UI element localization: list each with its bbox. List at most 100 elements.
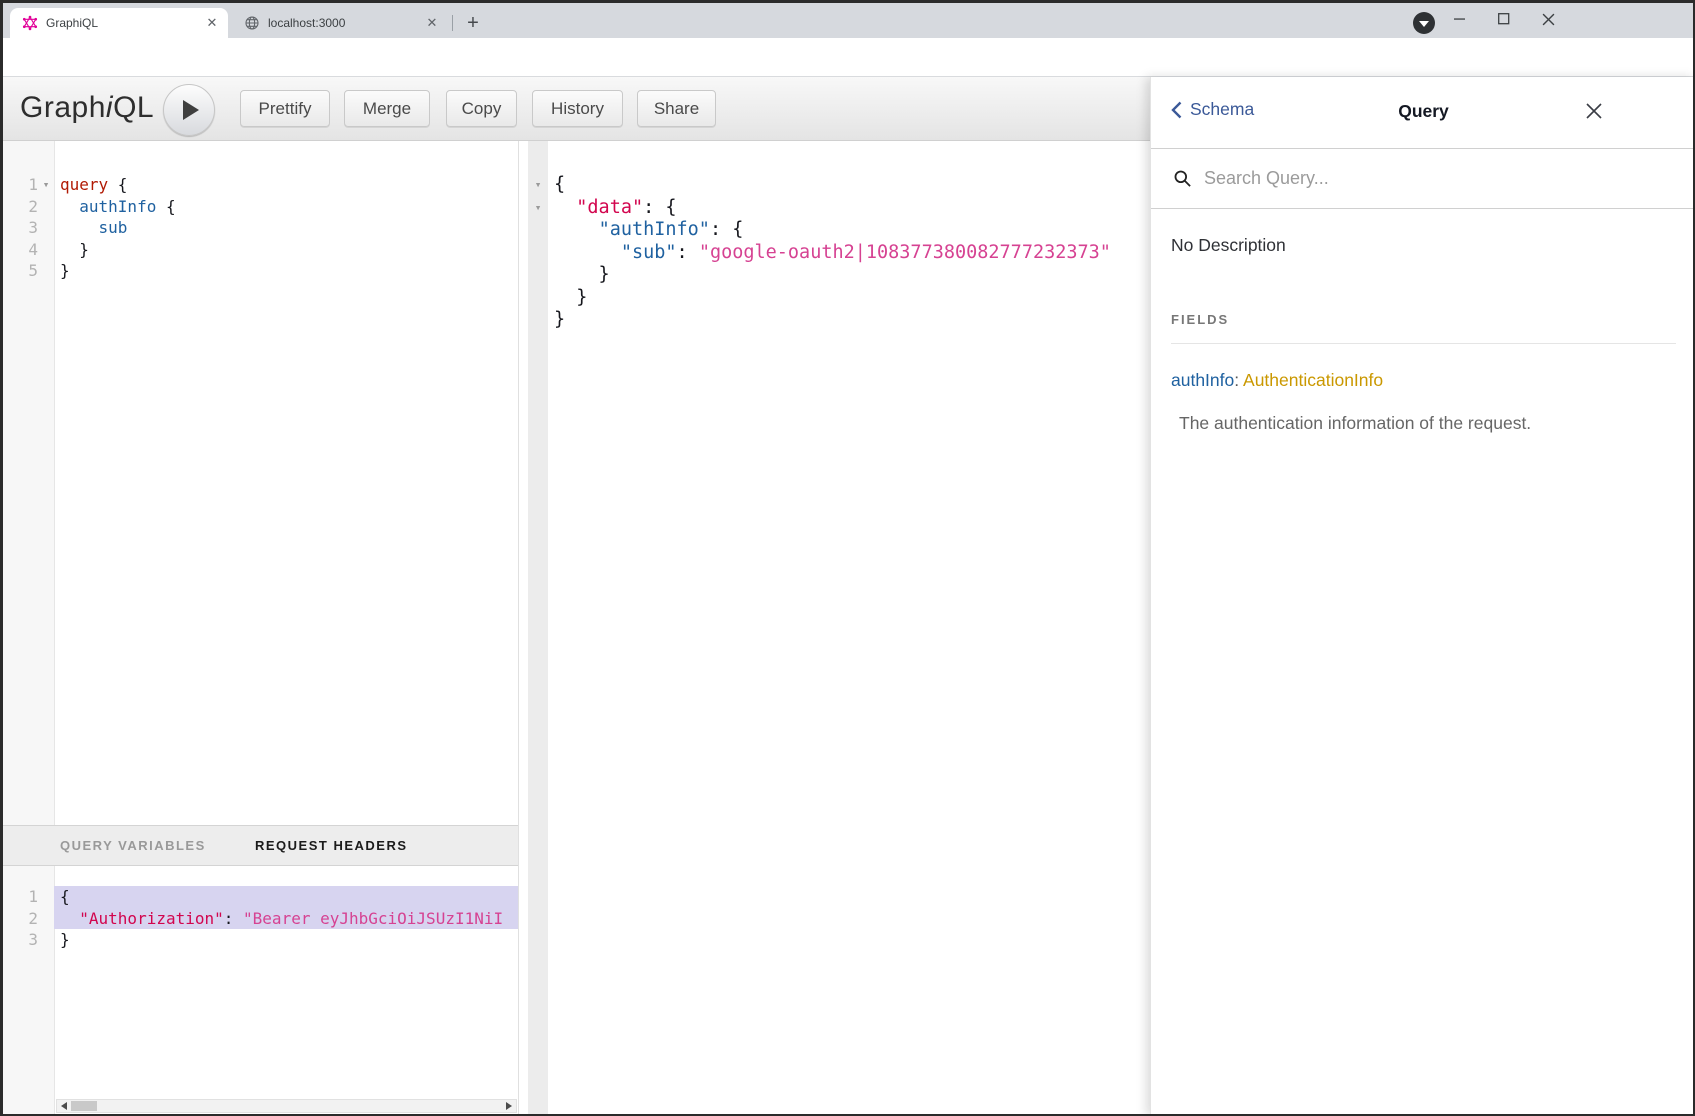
code-line[interactable]: 2 "Authorization": "Bearer eyJhbGciOiJSU… <box>0 908 518 930</box>
scroll-left-icon[interactable] <box>61 1102 67 1110</box>
new-tab-button[interactable]: + <box>460 10 486 36</box>
request-headers-editor[interactable]: 1{2 "Authorization": "Bearer eyJhbGciOiJ… <box>0 866 518 1116</box>
fields-divider <box>1171 343 1676 344</box>
code-text: } <box>548 264 1150 287</box>
field-item: authInfo: AuthenticationInfo <box>1171 370 1676 391</box>
code-line[interactable]: "sub": "google-oauth2|108377380082777232… <box>519 242 1150 265</box>
browser-tabstrip: GraphiQL ✕ localhost:3000 ✕ + <box>0 0 1695 38</box>
code-text: } <box>548 287 1150 310</box>
line-number: 5 <box>0 260 38 282</box>
fold-gutter-cell <box>38 260 54 282</box>
prettify-button[interactable]: Prettify <box>240 90 330 127</box>
fold-gutter-cell <box>528 219 548 242</box>
play-icon <box>183 100 199 120</box>
tab-close-icon[interactable]: ✕ <box>204 15 220 31</box>
line-number: 4 <box>0 239 38 261</box>
window-minimize-button[interactable] <box>1438 0 1482 38</box>
code-text: "data": { <box>548 197 1150 220</box>
code-line[interactable]: 5} <box>0 260 518 282</box>
fields-heading: FIELDS <box>1171 312 1676 327</box>
code-line[interactable]: } <box>519 264 1150 287</box>
tab-search-button[interactable] <box>1413 12 1435 34</box>
line-number: 3 <box>0 929 38 951</box>
tab-title: GraphiQL <box>46 16 204 30</box>
scrollbar-thumb[interactable] <box>71 1101 97 1111</box>
code-text: } <box>54 929 518 951</box>
share-button[interactable]: Share <box>637 90 716 127</box>
close-icon <box>1585 102 1603 120</box>
field-description: The authentication information of the re… <box>1171 413 1676 434</box>
code-line[interactable]: 3 sub <box>0 217 518 239</box>
fold-arrow-icon[interactable]: ▾ <box>528 174 548 197</box>
window-maximize-button[interactable] <box>1482 0 1526 38</box>
tab-close-icon[interactable]: ✕ <box>424 15 440 31</box>
code-line[interactable]: ▾ "data": { <box>519 197 1150 220</box>
line-number: 1 <box>0 886 38 908</box>
window-close-button[interactable] <box>1526 0 1570 38</box>
horizontal-scrollbar[interactable] <box>56 1099 517 1113</box>
history-button[interactable]: History <box>532 90 623 127</box>
code-line[interactable]: } <box>519 287 1150 310</box>
doc-search-input[interactable] <box>1202 167 1626 190</box>
tab-graphiql[interactable]: GraphiQL ✕ <box>10 8 228 38</box>
code-line[interactable]: 1▾query { <box>0 174 518 196</box>
code-text: } <box>548 309 1150 332</box>
copy-button[interactable]: Copy <box>446 90 517 127</box>
fold-gutter-cell <box>528 287 548 310</box>
code-text: authInfo { <box>54 196 518 218</box>
globe-icon <box>244 15 260 31</box>
code-line[interactable]: 2 authInfo { <box>0 196 518 218</box>
graphiql-logo: GraphiQL <box>20 91 154 125</box>
code-line[interactable]: } <box>519 309 1150 332</box>
tab-request-headers[interactable]: REQUEST HEADERS <box>255 826 408 865</box>
no-description-text: No Description <box>1171 235 1676 256</box>
search-icon <box>1173 169 1192 188</box>
graphiql-favicon-icon <box>22 15 38 31</box>
code-text: { <box>54 886 518 908</box>
browser-toolbar: localhost:3000 UO P Tp L Aktualisieren ⋮ <box>0 38 1695 77</box>
code-line[interactable]: 3} <box>0 929 518 951</box>
code-text: } <box>54 239 518 261</box>
merge-button[interactable]: Merge <box>344 90 430 127</box>
code-text: "sub": "google-oauth2|108377380082777232… <box>548 242 1150 265</box>
code-text: query { <box>54 174 518 196</box>
query-editor[interactable]: 1▾query {2 authInfo {3 sub4 }5} <box>0 141 518 825</box>
code-text: "Authorization": "Bearer eyJhbGciOiJSUzI… <box>54 908 518 930</box>
line-number: 3 <box>0 217 38 239</box>
line-number: 2 <box>0 908 38 930</box>
code-text: } <box>54 260 518 282</box>
tab-divider <box>452 15 453 31</box>
doc-explorer-header: Schema Query <box>1151 77 1695 149</box>
fold-gutter-cell <box>38 929 54 951</box>
fold-gutter-cell <box>528 242 548 265</box>
result-viewer: ▾{▾ "data": { "authInfo": { "sub": "goog… <box>519 141 1150 1116</box>
code-line[interactable]: ▾{ <box>519 174 1150 197</box>
doc-title: Query <box>1151 101 1695 122</box>
fold-arrow-icon[interactable]: ▾ <box>38 174 54 196</box>
tab-title: localhost:3000 <box>268 16 424 30</box>
line-number: 2 <box>0 196 38 218</box>
scroll-right-icon[interactable] <box>506 1102 512 1110</box>
fold-gutter-cell <box>528 264 548 287</box>
fold-gutter-cell <box>38 217 54 239</box>
line-number: 1 <box>0 174 38 196</box>
execute-query-button[interactable] <box>163 84 215 136</box>
tab-localhost[interactable]: localhost:3000 ✕ <box>232 8 448 38</box>
code-line[interactable]: "authInfo": { <box>519 219 1150 242</box>
code-text: sub <box>54 217 518 239</box>
doc-body: No Description FIELDS authInfo: Authenti… <box>1151 235 1695 434</box>
fold-arrow-icon[interactable]: ▾ <box>528 197 548 220</box>
fold-gutter-cell <box>38 908 54 930</box>
field-name-link[interactable]: authInfo <box>1171 370 1234 390</box>
code-line[interactable]: 4 } <box>0 239 518 261</box>
fold-gutter-cell <box>528 309 548 332</box>
doc-close-button[interactable] <box>1582 99 1606 123</box>
chevron-down-icon <box>1419 21 1429 27</box>
field-type-link[interactable]: AuthenticationInfo <box>1243 370 1383 390</box>
doc-explorer-panel: Schema Query No Description FIELDS authI… <box>1150 77 1695 1116</box>
tab-query-variables[interactable]: QUERY VARIABLES <box>60 826 206 865</box>
code-text: { <box>548 174 1150 197</box>
code-line[interactable]: 1{ <box>0 886 518 908</box>
secondary-editor-titlebar: QUERY VARIABLES REQUEST HEADERS <box>0 825 518 866</box>
code-text: "authInfo": { <box>548 219 1150 242</box>
